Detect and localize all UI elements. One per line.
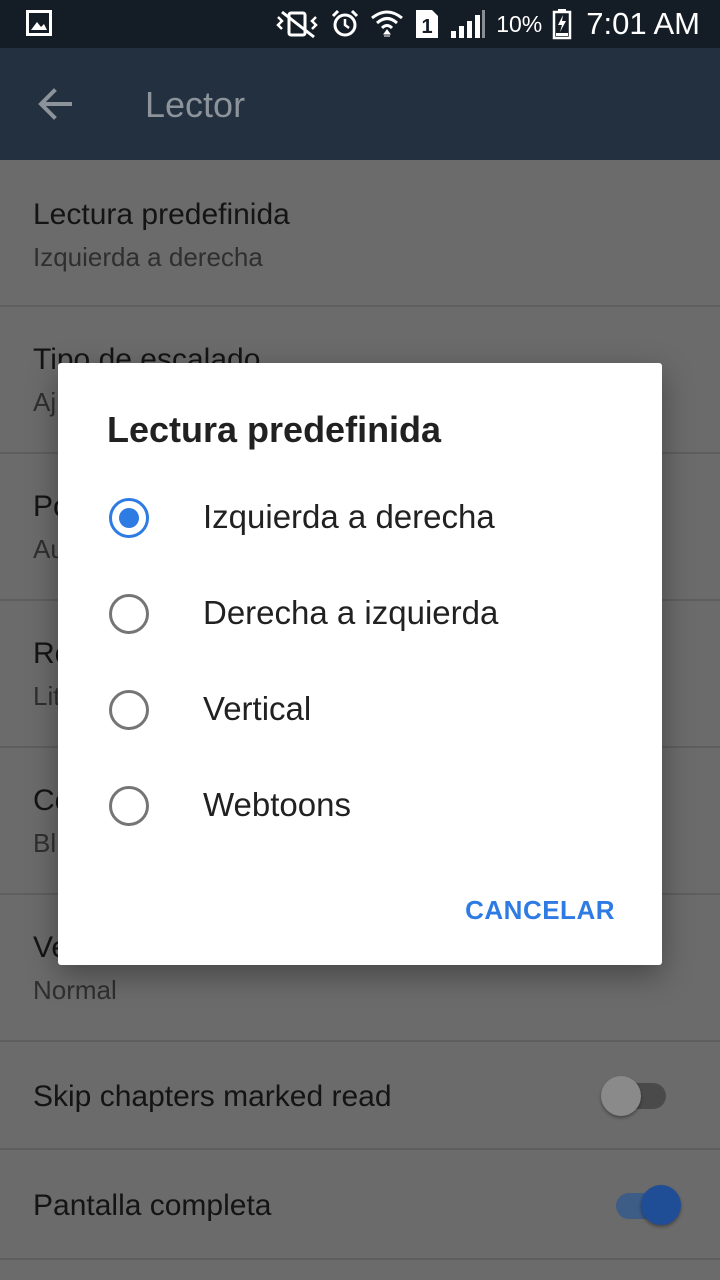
setting-value: Lit — [33, 681, 61, 711]
option-right-to-left[interactable]: Derecha a izquierda — [58, 566, 662, 662]
option-label: Webtoons — [203, 786, 351, 823]
toggle-on-switch[interactable] — [641, 1185, 681, 1225]
battery-percent: 10% — [496, 10, 543, 37]
radio-unchecked-icon[interactable] — [109, 786, 149, 826]
option-label: Izquierda a derecha — [203, 498, 495, 535]
svg-text:1: 1 — [422, 16, 433, 38]
battery-charging-icon — [552, 8, 572, 40]
setting-value: Izquierda a derecha — [33, 242, 263, 272]
sim-icon: 1 — [414, 8, 440, 40]
gallery-notification-icon — [26, 10, 52, 36]
page-title: Lector — [145, 84, 246, 125]
setting-title: Lectura predefinida — [33, 198, 290, 231]
toggle-off-switch[interactable] — [601, 1076, 641, 1116]
signal-icon — [450, 9, 486, 39]
setting-title: Skip chapters marked read — [33, 1080, 392, 1113]
dialog-title: Lectura predefinida — [107, 409, 442, 450]
setting-default-reading[interactable]: Lectura predefinida Izquierda a derecha — [0, 160, 720, 307]
option-label: Derecha a izquierda — [203, 594, 499, 631]
mute-vibrate-icon — [274, 9, 320, 39]
radio-unchecked-icon[interactable] — [109, 594, 149, 634]
setting-value: Normal — [33, 975, 117, 1005]
app-bar: Lector — [0, 48, 720, 160]
alarm-icon — [330, 9, 360, 39]
status-bar: 1 10% 7:01 AM — [0, 0, 720, 48]
option-left-to-right[interactable]: Izquierda a derecha — [58, 470, 662, 566]
back-arrow-icon[interactable] — [34, 82, 78, 126]
radio-unchecked-icon[interactable] — [109, 690, 149, 730]
option-webtoons[interactable]: Webtoons — [58, 758, 662, 854]
clock: 7:01 AM — [586, 6, 700, 41]
reading-mode-dialog: Lectura predefinida Izquierda a derecha … — [58, 363, 662, 965]
setting-skip-read-chapters[interactable]: Skip chapters marked read — [0, 1042, 720, 1150]
option-label: Vertical — [203, 690, 312, 727]
wifi-icon — [370, 8, 404, 40]
cancel-button[interactable]: CANCELAR — [465, 895, 615, 926]
radio-checked-icon[interactable] — [109, 498, 149, 538]
setting-value: Bl — [33, 828, 57, 858]
option-vertical[interactable]: Vertical — [58, 662, 662, 758]
setting-title: Pantalla completa — [33, 1189, 272, 1222]
setting-value: Aj — [33, 387, 57, 417]
setting-fullscreen[interactable]: Pantalla completa — [0, 1150, 720, 1260]
